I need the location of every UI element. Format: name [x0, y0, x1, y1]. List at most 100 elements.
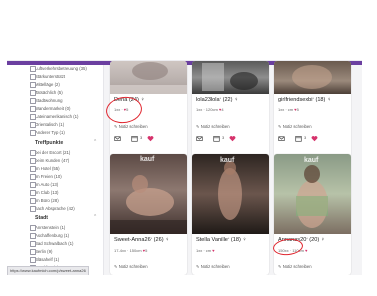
mail-icon[interactable]: [278, 135, 285, 142]
checkbox-icon[interactable]: [30, 166, 36, 172]
filter-checkbox-item[interactable]: Anrstenstein (1): [30, 224, 65, 232]
filter-checkbox-item[interactable]: im Club (13): [30, 189, 58, 197]
photo-illustration: [202, 63, 258, 91]
note-link[interactable]: ✎ Notiz schreiben: [196, 124, 230, 129]
profile-name[interactable]: girlfriendsexbi* (18) ♀: [278, 97, 331, 103]
filter-checkbox-item[interactable]: Luftverkehrsbetreuung (35): [30, 65, 87, 73]
photo-illustration: [110, 175, 187, 234]
photo-illustration: [218, 161, 242, 220]
filter-sidebar[interactable]: Luftverkehrsbetreuung (35) Stärkunterstü…: [7, 65, 104, 275]
checkbox-icon[interactable]: [30, 174, 36, 180]
checkbox-icon[interactable]: [30, 206, 36, 212]
female-icon: ♀: [165, 237, 170, 243]
female-icon: ♀: [140, 97, 145, 103]
profile-photo[interactable]: [110, 61, 187, 94]
checkbox-icon[interactable]: [30, 106, 36, 112]
filter-checkbox-item[interactable]: nach Absprache (42): [30, 205, 75, 213]
profile-meta: 1xx · 120cm ♥4: [196, 107, 224, 112]
checkbox-icon[interactable]: [30, 158, 36, 164]
checkbox-icon[interactable]: [30, 66, 36, 72]
profile-photo[interactable]: kauf: [274, 154, 351, 234]
filter-checkbox-item[interactable]: Anderer Typ (1): [30, 129, 65, 137]
heart-icon: ♥: [212, 248, 215, 253]
filter-checkbox-item[interactable]: Aschaffenburg (1): [30, 232, 69, 240]
checkbox-icon[interactable]: [30, 190, 36, 196]
checkbox-icon[interactable]: [30, 150, 36, 156]
pencil-icon: ✎: [278, 124, 282, 129]
filter-checkbox-item[interactable]: im Büro (28): [30, 197, 59, 205]
card-actions: 3: [114, 135, 184, 143]
profile-name[interactable]: lola23lola* (22) ♀: [196, 97, 238, 103]
checkbox-icon[interactable]: [30, 114, 36, 120]
note-link[interactable]: ✎ Notiz schreiben: [278, 264, 312, 269]
checkbox-icon[interactable]: [30, 98, 36, 104]
pencil-icon: ✎: [278, 264, 282, 269]
profile-card[interactable]: kauf Sweet-Anna26* (26) ♀ 17-4xx · 150cm…: [110, 154, 187, 275]
checkbox-icon[interactable]: [30, 225, 36, 231]
filter-checkbox-item[interactable]: Stadtwohnung: [30, 97, 62, 105]
profile-name[interactable]: Sweet-Anna26* (26) ♀: [114, 237, 169, 243]
note-link[interactable]: ✎ Notiz schreiben: [278, 124, 312, 129]
checkbox-icon[interactable]: [30, 198, 36, 204]
pencil-icon: ✎: [196, 124, 200, 129]
checkbox-icon[interactable]: [30, 249, 36, 255]
female-icon: ♀: [242, 237, 247, 243]
profile-meta: 1xx · cm ♥: [196, 248, 215, 253]
checkbox-icon[interactable]: [30, 182, 36, 188]
checkbox-icon[interactable]: [30, 257, 36, 263]
checkbox-icon[interactable]: [30, 130, 36, 136]
note-link[interactable]: ✎ Notiz schreiben: [114, 124, 148, 129]
filter-checkbox-item[interactable]: bei der Escort (21): [30, 149, 70, 157]
pencil-icon: ✎: [196, 264, 200, 269]
checkbox-icon[interactable]: [30, 82, 36, 88]
profile-card[interactable]: kauf Stella Vanille* (18) ♀ 1xx · cm ♥ ✎…: [192, 154, 269, 275]
filter-checkbox-item[interactable]: Orientalisch (1): [30, 121, 64, 129]
photo-illustration: [110, 62, 187, 94]
filter-checkbox-item[interactable]: Bläsahelf (1): [30, 256, 59, 264]
filter-checkbox-item[interactable]: Tatsächlich (5): [30, 89, 63, 97]
calendar-icon[interactable]: [131, 135, 138, 142]
browser-page: Luftverkehrsbetreuung (35) Stärkunterstü…: [7, 60, 362, 275]
filter-checkbox-item[interactable]: Lateinamerikanisch (1): [30, 113, 78, 121]
checkbox-icon[interactable]: [30, 241, 36, 247]
filter-checkbox-item[interactable]: beim Kunden (47): [30, 157, 69, 165]
profile-card[interactable]: kauf Annanas20* (20) ♀ 150xx · 110cm ♥ ✎…: [274, 154, 351, 275]
calendar-icon[interactable]: [213, 135, 220, 142]
section-title-stadt[interactable]: Stadt: [35, 215, 48, 221]
chevron-up-icon[interactable]: ⌃: [93, 139, 97, 145]
photo-illustration: [296, 165, 328, 228]
heart-favorite-icon[interactable]: [311, 135, 318, 142]
watermark: kauf: [304, 157, 319, 164]
filter-checkbox-item[interactable]: im Auto (13): [30, 181, 58, 189]
heart-icon: ♥: [305, 248, 308, 253]
checkbox-icon[interactable]: [30, 122, 36, 128]
filter-checkbox-item[interactable]: Stärkunterstützt: [30, 73, 65, 81]
section-title-treffpunkte[interactable]: Treffpunkte: [35, 140, 63, 146]
note-link[interactable]: ✎ Notiz schreiben: [114, 264, 148, 269]
profile-photo[interactable]: kauf: [192, 154, 269, 234]
profile-photo[interactable]: [274, 61, 351, 94]
mail-icon[interactable]: [114, 135, 121, 142]
profile-photo[interactable]: kauf: [110, 154, 187, 234]
filter-checkbox-item[interactable]: Bad Schwalbach (1): [30, 240, 73, 248]
checkbox-icon[interactable]: [30, 233, 36, 239]
heart-favorite-icon[interactable]: [229, 135, 236, 142]
filter-checkbox-item[interactable]: im Freien (10): [30, 173, 62, 181]
filter-checkbox-item[interactable]: Wandermarkeit (0): [30, 105, 70, 113]
photo-illustration: [292, 65, 332, 89]
profile-card[interactable]: lola23lola* (22) ♀ 1xx · 120cm ♥4 ✎ Noti…: [192, 61, 269, 157]
checkbox-icon[interactable]: [30, 74, 36, 80]
calendar-icon[interactable]: [295, 135, 302, 142]
filter-checkbox-item[interactable]: Berlin (9): [30, 248, 52, 256]
filter-checkbox-item[interactable]: im Hotel (55): [30, 165, 60, 173]
profile-card[interactable]: girlfriendsexbi* (18) ♀ 1xx · cm ♥5 ✎ No…: [274, 61, 351, 157]
filter-checkbox-item[interactable]: Mittelläge (2): [30, 81, 60, 89]
checkbox-icon[interactable]: [30, 90, 36, 96]
note-link[interactable]: ✎ Notiz schreiben: [196, 264, 230, 269]
mail-icon[interactable]: [196, 135, 203, 142]
profile-photo[interactable]: [192, 61, 269, 94]
heart-favorite-icon[interactable]: [147, 135, 154, 142]
female-icon: ♀: [320, 237, 325, 243]
chevron-up-icon[interactable]: ⌃: [93, 214, 97, 220]
profile-name[interactable]: Stella Vanille* (18) ♀: [196, 237, 247, 243]
